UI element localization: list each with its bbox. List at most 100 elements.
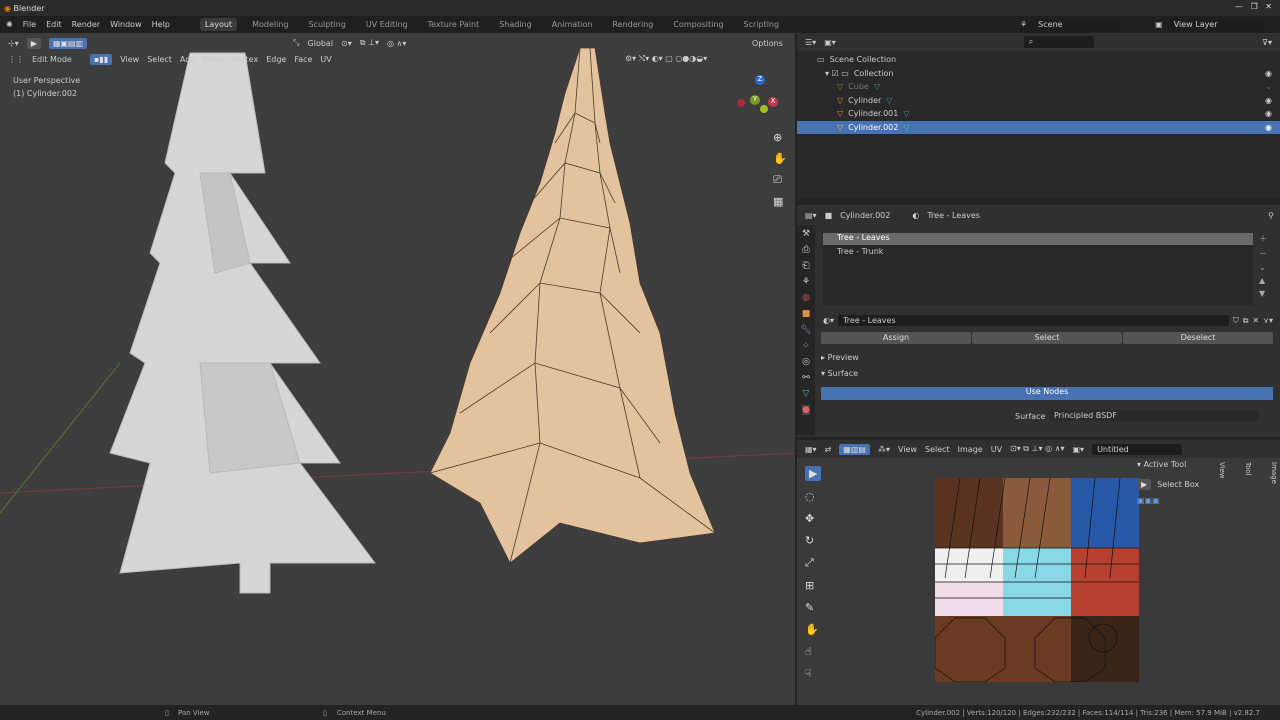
menu-render[interactable]: Render xyxy=(72,20,100,29)
image-browse-icon[interactable]: ▣▾ xyxy=(1073,445,1085,454)
cursor-tool-icon[interactable]: ◌ xyxy=(805,490,821,503)
blender-menu-icon[interactable]: ✺ xyxy=(6,20,13,29)
menu-view[interactable]: View xyxy=(120,55,139,64)
tab-texture-paint[interactable]: Texture Paint xyxy=(423,18,485,31)
tab-uv-editing[interactable]: UV Editing xyxy=(361,18,413,31)
move-tool-icon[interactable]: ✥ xyxy=(805,512,821,525)
material-slot-trunk[interactable]: Tree - Trunk xyxy=(823,245,1253,258)
navigation-gizmo[interactable]: Z Y X xyxy=(735,75,780,135)
tab-animation[interactable]: Animation xyxy=(547,18,598,31)
outliner-search-input[interactable]: ⌕ xyxy=(1023,36,1094,48)
select-mode-buttons[interactable]: ▪▮▮ xyxy=(90,53,113,65)
annotate-tool-icon[interactable]: ✎ xyxy=(805,601,821,614)
orientation-dropdown[interactable]: Global xyxy=(308,39,334,48)
filter-icon[interactable]: ⊽▾ xyxy=(1262,38,1272,47)
pan-hand-icon[interactable]: ✋ xyxy=(773,152,787,165)
view-layer-icon[interactable]: ▣ xyxy=(1155,20,1163,29)
object-tab-icon[interactable]: ■ xyxy=(802,309,811,319)
proportional-edit-icon[interactable]: ◎ ∧▾ xyxy=(387,39,406,48)
3d-viewport[interactable]: ⊹▾ ▶ ▦▣▤▥ ⤡ Global ⊙▾ ⧉ ⊥▾ ◎ ∧▾ Options … xyxy=(0,33,795,705)
select-tool-icon[interactable]: ▶ xyxy=(26,37,41,49)
scene-tab-icon[interactable]: ⚘ xyxy=(802,277,810,287)
rotate-tool-icon[interactable]: ↻ xyxy=(805,534,821,547)
uv-menu-image[interactable]: Image xyxy=(958,445,983,454)
editor-type-icon[interactable]: ⊹▾ xyxy=(8,39,19,48)
select-mode-icons[interactable]: ▣▣▣ xyxy=(1137,496,1267,505)
menu-window[interactable]: Window xyxy=(110,20,142,29)
sidebar-tab-view[interactable]: View xyxy=(1218,462,1226,484)
selection-mode-icons[interactable]: ▦▣▤▥ xyxy=(48,37,88,49)
image-name-field[interactable]: Untitled xyxy=(1092,443,1183,455)
outliner-item-cube[interactable]: ▽ Cube ▽ ⌄ xyxy=(797,80,1280,94)
outliner-scene-collection[interactable]: ▭ Scene Collection xyxy=(797,53,1280,67)
eye-icon[interactable]: ◉ xyxy=(1265,96,1272,105)
relax-tool-icon[interactable]: ☝ xyxy=(805,645,821,658)
options-dropdown[interactable]: Options xyxy=(752,39,783,48)
tab-sculpting[interactable]: Sculpting xyxy=(303,18,350,31)
display-mode-icon[interactable]: ▣▾ xyxy=(824,38,836,47)
add-slot-button[interactable]: ＋ xyxy=(1259,233,1267,244)
particles-tab-icon[interactable]: ⁘ xyxy=(802,341,810,351)
select-box-icon[interactable]: ▶ xyxy=(1137,479,1152,490)
camera-icon[interactable]: ⎚ xyxy=(773,173,787,187)
move-down-icon[interactable]: ▼ xyxy=(1259,289,1267,298)
outliner-collection[interactable]: ▾ ☑ ▭ Collection ◉ xyxy=(797,67,1280,81)
assign-button[interactable]: Assign xyxy=(821,332,971,344)
uv-select-mode-icons[interactable]: ▦▥▤ xyxy=(839,443,870,455)
tool-tab-icon[interactable]: ⚒ xyxy=(802,229,810,239)
scale-tool-icon[interactable]: ⤢ xyxy=(805,556,821,570)
sidebar-tab-image[interactable]: Image xyxy=(1270,462,1278,484)
sync-selection-icon[interactable]: ⇄ xyxy=(825,445,832,454)
eye-icon[interactable]: ◉ xyxy=(1265,69,1272,78)
window-controls[interactable]: — ❐ ✕ xyxy=(1235,2,1272,11)
move-up-icon[interactable]: ▲ xyxy=(1259,276,1267,285)
snap-icon[interactable]: ⧉ ⊥▾ xyxy=(360,38,379,48)
menu-edge[interactable]: Edge xyxy=(266,55,286,64)
constraints-tab-icon[interactable]: ⚯ xyxy=(802,373,810,383)
grid-icon[interactable]: ▦ xyxy=(773,195,787,208)
gizmo-x[interactable]: X xyxy=(768,97,778,107)
fake-user-icon[interactable]: ⛉ xyxy=(1233,316,1239,326)
menu-add[interactable]: Add xyxy=(180,55,196,64)
gizmo-y[interactable]: Y xyxy=(750,95,760,105)
material-tab-icon[interactable]: ● xyxy=(802,405,810,415)
output-tab-icon[interactable]: ⎗ xyxy=(802,261,809,271)
pivot-icon[interactable]: ⊙▾ xyxy=(341,39,352,48)
menu-uv[interactable]: UV xyxy=(320,55,331,64)
outliner-item-cylinder-001[interactable]: ▽ Cylinder.001 ▽ ◉ xyxy=(797,107,1280,121)
uv-editor[interactable]: ▦▾ ⇄ ▦▥▤ ⁂▾ View Select Image UV ⊡▾ ⧉ ⊥▾ ◎ ∧▾… xyxy=(797,440,1280,705)
tab-scripting[interactable]: Scripting xyxy=(739,18,785,31)
use-nodes-button[interactable]: Use Nodes xyxy=(821,387,1273,400)
select-button[interactable]: Select xyxy=(972,332,1122,344)
link-icon[interactable]: ⋎▾ xyxy=(1263,316,1273,325)
transform-tool-icon[interactable]: ⊞ xyxy=(805,579,821,592)
gizmo-neg-y[interactable] xyxy=(760,105,768,113)
pinch-tool-icon[interactable]: ☟ xyxy=(805,667,821,680)
grab-tool-icon[interactable]: ✋ xyxy=(805,623,821,636)
render-tab-icon[interactable]: ⎙ xyxy=(802,245,809,255)
unlink-icon[interactable]: ✕ xyxy=(1252,316,1259,325)
uv-menu-view[interactable]: View xyxy=(898,445,917,454)
eye-closed-icon[interactable]: ⌄ xyxy=(1265,82,1272,91)
uv-editor-type-icon[interactable]: ▦▾ xyxy=(805,445,817,454)
shading-icons[interactable]: ⚙▾ ⤭▾ ◐▾ ▢ ○●◑◒▾ xyxy=(625,54,707,64)
properties-editor-icon[interactable]: ▤▾ xyxy=(805,211,817,220)
material-browse-icon[interactable]: ◐▾ xyxy=(823,316,834,325)
tab-modeling[interactable]: Modeling xyxy=(247,18,293,31)
outliner-item-cylinder[interactable]: ▽ Cylinder ▽ ◉ xyxy=(797,94,1280,108)
menu-mesh[interactable]: Mesh xyxy=(203,55,224,64)
data-tab-icon[interactable]: ▽ xyxy=(803,389,810,399)
view-layer-field[interactable]: View Layer xyxy=(1168,19,1269,30)
pin-icon[interactable]: ⚲ xyxy=(1268,211,1274,220)
surface-panel-header[interactable]: ▾ Surface xyxy=(821,369,858,378)
outliner-item-cylinder-002[interactable]: ▽ Cylinder.002 ▽ ◉ xyxy=(797,120,1280,134)
eye-icon[interactable]: ◉ xyxy=(1265,123,1272,132)
uv-select-box-tool[interactable]: ▶ xyxy=(805,466,822,481)
zoom-icon[interactable]: ⊕ xyxy=(773,131,787,144)
outliner-editor-icon[interactable]: ☰▾ xyxy=(805,38,816,47)
tab-shading[interactable]: Shading xyxy=(494,18,537,31)
menu-edit[interactable]: Edit xyxy=(46,20,62,29)
world-tab-icon[interactable]: ◍ xyxy=(802,293,810,303)
scene-field[interactable]: Scene xyxy=(1033,19,1124,30)
sidebar-tab-tool[interactable]: Tool xyxy=(1244,462,1252,484)
